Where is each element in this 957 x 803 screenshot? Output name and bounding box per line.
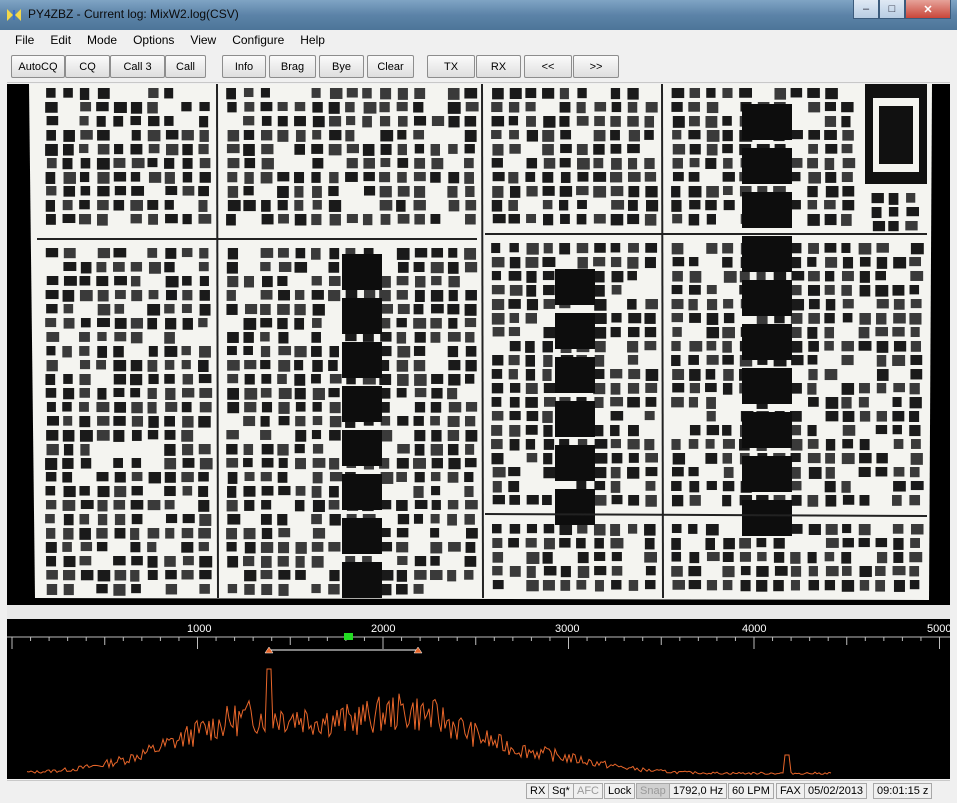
menu-mode[interactable]: Mode	[79, 33, 125, 47]
pane-splitter[interactable]	[7, 605, 950, 619]
rewind-button[interactable]: <<	[524, 55, 572, 78]
menu-options[interactable]: Options	[125, 33, 182, 47]
brag-button[interactable]: Brag	[269, 55, 316, 78]
menu-bar: File Edit Mode Options View Configure He…	[7, 30, 950, 50]
status-bar: RX Sq* AFC Lock Snap 1792,0 Hz 60 LPM FA…	[7, 780, 950, 801]
call-button[interactable]: Call	[165, 55, 206, 78]
freq-tick-label: 4000	[742, 623, 767, 635]
maximize-button[interactable]: □	[879, 0, 905, 19]
menu-edit[interactable]: Edit	[42, 33, 79, 47]
cq-button[interactable]: CQ	[65, 55, 110, 78]
afc-toggle[interactable]: AFC	[573, 783, 603, 799]
info-button[interactable]: Info	[222, 55, 266, 78]
title-bar: PY4ZBZ - Current log: MixW2.log(CSV) – □…	[0, 0, 957, 30]
bye-button[interactable]: Bye	[319, 55, 364, 78]
call3-button[interactable]: Call 3	[110, 55, 165, 78]
freq-tick-label: 2000	[371, 623, 396, 635]
lpm-readout[interactable]: 60 LPM	[728, 783, 774, 799]
tuning-marker[interactable]	[344, 633, 353, 640]
toolbar: AutoCQ CQ Call 3 Call Info Brag Bye Clea…	[7, 52, 950, 83]
squelch-toggle[interactable]: Sq*	[548, 783, 574, 799]
fax-image	[7, 84, 950, 605]
menu-configure[interactable]: Configure	[224, 33, 292, 47]
menu-view[interactable]: View	[182, 33, 224, 47]
autocq-button[interactable]: AutoCQ	[11, 55, 65, 78]
rx-status: RX	[526, 783, 550, 799]
fax-image-view[interactable]	[7, 84, 950, 605]
rx-button[interactable]: RX	[476, 55, 521, 78]
forward-button[interactable]: >>	[573, 55, 619, 78]
time-readout: 09:01:15 z	[873, 783, 933, 799]
frequency-readout[interactable]: 1792,0 Hz	[669, 783, 728, 799]
window-title: PY4ZBZ - Current log: MixW2.log(CSV)	[28, 7, 239, 21]
spectrum-display[interactable]: 1000 2000 3000 4000 5000	[7, 619, 950, 779]
snap-toggle[interactable]: Snap	[636, 783, 670, 799]
close-button[interactable]: ✕	[905, 0, 951, 19]
mode-readout[interactable]: FAX	[776, 783, 805, 799]
freq-tick-label: 5000	[927, 623, 950, 635]
spectrum-plot	[7, 633, 950, 775]
lock-toggle[interactable]: Lock	[604, 783, 636, 799]
app-icon	[7, 9, 21, 21]
menu-help[interactable]: Help	[292, 33, 333, 47]
date-readout: 05/02/2013	[804, 783, 868, 799]
freq-tick-label: 1000	[187, 623, 212, 635]
clear-button[interactable]: Clear	[367, 55, 414, 78]
tx-button[interactable]: TX	[427, 55, 475, 78]
minimize-button[interactable]: –	[853, 0, 879, 19]
menu-file[interactable]: File	[7, 33, 42, 47]
freq-tick-label: 3000	[555, 623, 580, 635]
